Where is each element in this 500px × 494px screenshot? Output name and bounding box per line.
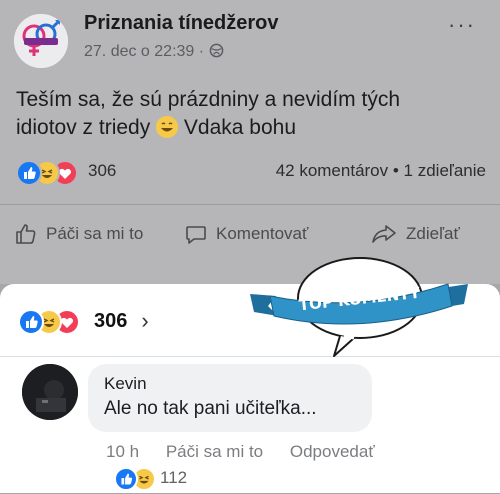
reaction-count[interactable]: 306: [88, 161, 116, 181]
comment-button-label: Komentovať: [216, 224, 309, 243]
comment-meta: 10 h Páči sa mi to Odpovedať: [106, 442, 397, 462]
comment-reaction-count: 112: [160, 468, 188, 487]
comment-like-button[interactable]: Páči sa mi to: [166, 442, 263, 461]
globe-icon: [209, 43, 223, 58]
avatar[interactable]: [22, 364, 78, 420]
share-button[interactable]: Zdieľať: [370, 218, 460, 250]
like-button-label: Páči sa mi to: [46, 224, 144, 243]
share-arrow-icon: [372, 225, 396, 243]
reaction-icons[interactable]: [16, 160, 84, 186]
like-reaction-icon: [114, 467, 138, 491]
post-timestamp[interactable]: 27. dec o 22:39 ·: [84, 43, 209, 60]
like-button[interactable]: Páči sa mi to: [14, 218, 143, 250]
more-options-button[interactable]: ···: [448, 12, 476, 38]
comment-reaction-icons: [114, 467, 156, 491]
comment-reply-button[interactable]: Odpovedať: [290, 442, 375, 461]
grinning-emoji-icon: [156, 116, 179, 138]
comment-time[interactable]: 10 h: [106, 442, 139, 461]
share-button-label: Zdieľať: [406, 224, 460, 243]
comment-text: Ale no tak pani učiteľka...: [104, 398, 317, 419]
comment-reactions[interactable]: 112: [114, 466, 188, 491]
thumbs-up-icon: [16, 224, 36, 244]
panel-reaction-summary[interactable]: 306 ›: [18, 308, 149, 335]
like-reaction-icon: [18, 309, 44, 335]
chevron-right-icon: ›: [141, 308, 149, 333]
page-name[interactable]: Priznania tínedžerov: [84, 12, 279, 35]
panel-reaction-count: 306: [94, 309, 128, 332]
comment-author[interactable]: Kevin: [104, 374, 147, 394]
comments-shares-count[interactable]: 42 komentárov • 1 zdieľanie: [276, 161, 486, 181]
more-horizontal-icon: ···: [448, 12, 476, 37]
comment-button[interactable]: Komentovať: [184, 218, 308, 250]
page-avatar[interactable]: [14, 14, 68, 68]
post-text: Teším sa, že sú prázdniny a nevidím tých…: [16, 86, 436, 142]
avatar-image: [22, 364, 78, 420]
post-text-part2: Vdaka bohu: [178, 116, 296, 139]
comment-bubble[interactable]: Kevin Ale no tak pani učiteľka...: [88, 364, 372, 432]
post-stats-row: 306 42 komentárov • 1 zdieľanie: [16, 158, 486, 186]
like-reaction-icon: [16, 160, 42, 186]
top-comments-stamp: TOP KOMENTY: [250, 257, 468, 357]
post-meta: 27. dec o 22:39 ·: [84, 43, 224, 61]
panel-reaction-icons: [18, 309, 92, 335]
divider: [0, 204, 500, 205]
comment-icon: [186, 226, 206, 244]
post-actions-bar: Páči sa mi to Komentovať Zdieľať: [0, 218, 500, 250]
page-logo-icon: [14, 14, 68, 68]
